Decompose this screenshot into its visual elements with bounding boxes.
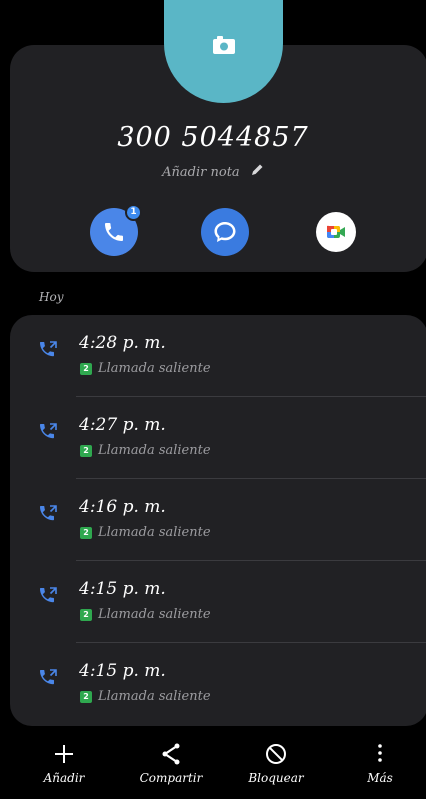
call-time: 4:16 p. m. xyxy=(79,497,166,517)
contact-detail-screen: 300 5044857 Añadir nota 1 Hoy 4:28 p. m.… xyxy=(0,0,426,799)
call-button[interactable]: 1 xyxy=(90,204,142,256)
outgoing-call-icon xyxy=(40,669,57,685)
add-button[interactable]: Añadir xyxy=(14,741,114,785)
add-note-link[interactable]: Añadir nota xyxy=(0,163,426,180)
call-log-item[interactable]: 4:15 p. m. 2 Llamada saliente xyxy=(10,561,426,643)
add-note-label: Añadir nota xyxy=(162,165,240,180)
message-button[interactable] xyxy=(201,208,249,256)
outgoing-call-icon xyxy=(40,341,57,357)
google-meet-icon xyxy=(327,225,345,238)
sim-badge: 2 xyxy=(80,527,92,539)
call-log-list: 4:28 p. m. 2 Llamada saliente 4:27 p. m.… xyxy=(10,315,426,726)
call-type: Llamada saliente xyxy=(98,443,211,458)
pencil-icon xyxy=(251,164,263,175)
phone-icon xyxy=(105,223,123,241)
call-log-item[interactable]: 4:16 p. m. 2 Llamada saliente xyxy=(10,479,426,561)
date-section-label: Hoy xyxy=(39,290,64,304)
share-button[interactable]: Compartir xyxy=(121,741,221,785)
phone-number: 300 5044857 xyxy=(117,122,309,153)
block-button[interactable]: Bloquear xyxy=(226,741,326,785)
bottom-action-bar: Añadir Compartir Bloquear Más xyxy=(0,733,426,799)
sim-badge: 2 xyxy=(80,445,92,457)
call-log-item[interactable]: 4:28 p. m. 2 Llamada saliente xyxy=(10,315,426,397)
block-label: Bloquear xyxy=(248,771,304,785)
plus-icon xyxy=(55,745,73,763)
share-icon xyxy=(162,743,180,765)
sim-badge: 2 xyxy=(80,609,92,621)
call-time: 4:15 p. m. xyxy=(79,661,166,681)
call-log-item[interactable]: 4:27 p. m. 2 Llamada saliente xyxy=(10,397,426,479)
call-time: 4:27 p. m. xyxy=(79,415,166,435)
avatar[interactable] xyxy=(164,0,283,103)
add-label: Añadir xyxy=(43,771,85,785)
more-label: Más xyxy=(367,771,393,785)
call-time: 4:15 p. m. xyxy=(79,579,166,599)
block-icon xyxy=(266,744,286,764)
call-type: Llamada saliente xyxy=(98,525,211,540)
outgoing-call-icon xyxy=(40,587,57,603)
missed-call-badge: 1 xyxy=(125,204,142,221)
call-type: Llamada saliente xyxy=(98,607,211,622)
more-vertical-icon xyxy=(378,744,382,762)
call-type: Llamada saliente xyxy=(98,689,211,704)
video-call-button[interactable] xyxy=(316,212,356,252)
call-type: Llamada saliente xyxy=(98,361,211,376)
outgoing-call-icon xyxy=(40,423,57,439)
call-log-item[interactable]: 4:15 p. m. 2 Llamada saliente xyxy=(10,643,426,725)
call-time: 4:28 p. m. xyxy=(79,333,166,353)
outgoing-call-icon xyxy=(40,505,57,521)
avatar-container xyxy=(0,0,426,105)
share-label: Compartir xyxy=(139,771,203,785)
sim-badge: 2 xyxy=(80,691,92,703)
camera-icon xyxy=(212,35,235,54)
more-button[interactable]: Más xyxy=(330,741,426,785)
sim-badge: 2 xyxy=(80,363,92,375)
message-bubble-icon xyxy=(214,222,236,242)
